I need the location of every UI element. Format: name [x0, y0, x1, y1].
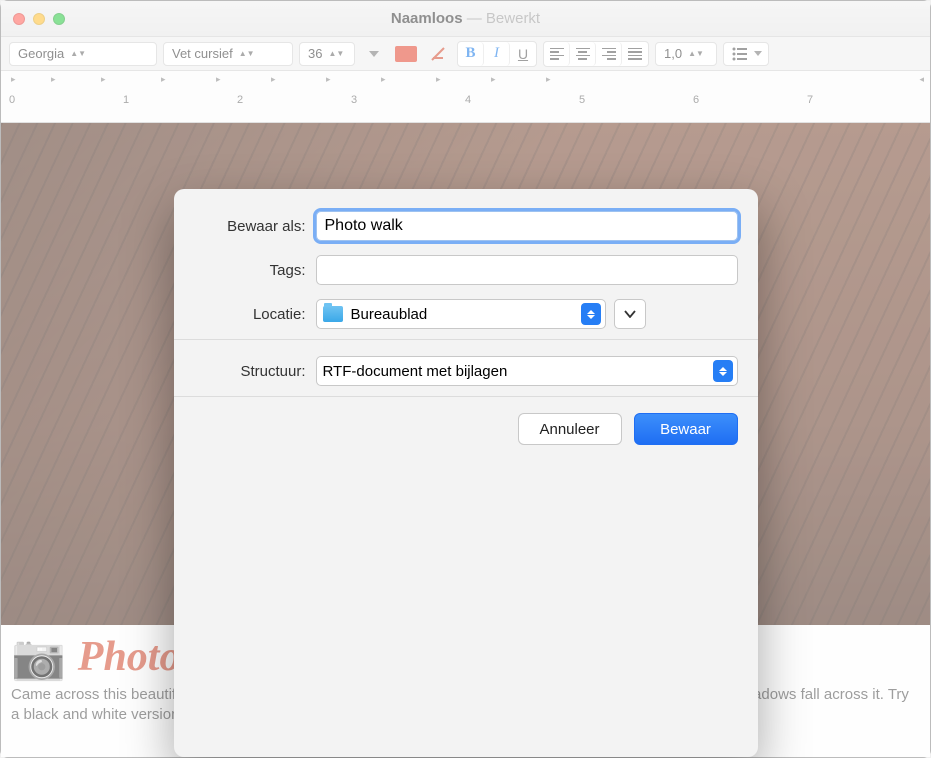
chevron-updown-icon: ▲▼ [688, 52, 704, 56]
align-center-icon [576, 48, 590, 60]
window-title: Naamloos — Bewerkt [1, 10, 930, 27]
tags-label: Tags: [194, 262, 316, 279]
title-subtitle: — Bewerkt [467, 10, 540, 27]
location-label: Locatie: [194, 306, 316, 323]
font-style-select[interactable]: Vet cursief ▲▼ [163, 42, 293, 66]
align-left-icon [550, 48, 564, 60]
font-style-group: B I U [457, 41, 537, 67]
text-color-button[interactable] [393, 42, 419, 66]
popup-stepper-icon [581, 303, 601, 325]
text-color-swatch [395, 46, 417, 62]
font-size-select[interactable]: 36 ▲▼ [299, 42, 355, 66]
font-family-select[interactable]: Georgia ▲▼ [9, 42, 157, 66]
align-left-button[interactable] [544, 42, 570, 66]
popup-stepper-icon [713, 360, 733, 382]
font-family-value: Georgia [18, 46, 64, 61]
align-right-icon [602, 48, 616, 60]
formatting-toolbar: Georgia ▲▼ Vet cursief ▲▼ 36 ▲▼ B I U [1, 37, 930, 71]
alignment-group [543, 41, 649, 67]
divider [174, 339, 758, 340]
divider [174, 396, 758, 397]
align-center-button[interactable] [570, 42, 596, 66]
font-size-menu-button[interactable] [361, 42, 387, 66]
chevron-updown-icon: ▲▼ [70, 52, 86, 56]
folder-icon [323, 306, 343, 322]
save-button[interactable]: Bewaar [634, 413, 738, 445]
list-style-select[interactable] [723, 42, 769, 66]
expand-location-button[interactable] [614, 299, 646, 329]
align-right-button[interactable] [596, 42, 622, 66]
ruler-ticks: 0 1 2 3 4 5 6 7 [1, 88, 930, 108]
location-value: Bureaublad [351, 306, 428, 323]
align-justify-button[interactable] [622, 42, 648, 66]
align-justify-icon [628, 48, 642, 60]
font-size-value: 36 [308, 46, 322, 61]
window-titlebar: Naamloos — Bewerkt [1, 1, 930, 37]
format-popup[interactable]: RTF-document met bijlagen [316, 356, 738, 386]
title-text: Naamloos [391, 10, 463, 27]
format-label: Structuur: [194, 363, 316, 380]
save-as-input[interactable] [316, 211, 738, 241]
chevron-down-icon [754, 51, 762, 56]
font-style-value: Vet cursief [172, 46, 233, 61]
chevron-updown-icon: ▲▼ [239, 52, 255, 56]
cancel-button[interactable]: Annuleer [518, 413, 622, 445]
list-icon [732, 47, 748, 61]
italic-button[interactable]: I [484, 42, 510, 66]
bold-button[interactable]: B [458, 42, 484, 66]
location-popup[interactable]: Bureaublad [316, 299, 606, 329]
camera-icon: 📷 [11, 631, 66, 683]
tabstops: ▸▸▸ ▸▸▸ ▸▸▸ ▸▸ ◂ [1, 74, 930, 86]
chevron-updown-icon: ▲▼ [328, 52, 344, 56]
tags-input[interactable] [316, 255, 738, 285]
save-dialog: Bewaar als: Tags: Locatie: Bureaublad St… [174, 189, 758, 757]
clear-formatting-button[interactable] [425, 42, 451, 66]
format-value: RTF-document met bijlagen [323, 363, 508, 380]
ruler[interactable]: ▸▸▸ ▸▸▸ ▸▸▸ ▸▸ ◂ 0 1 2 3 4 5 6 7 [1, 71, 930, 123]
dialog-buttons: Annuleer Bewaar [194, 413, 738, 445]
underline-button[interactable]: U [510, 42, 536, 66]
line-spacing-select[interactable]: 1,0 ▲▼ [655, 42, 717, 66]
line-spacing-value: 1,0 [664, 46, 682, 61]
save-as-label: Bewaar als: [194, 218, 316, 235]
